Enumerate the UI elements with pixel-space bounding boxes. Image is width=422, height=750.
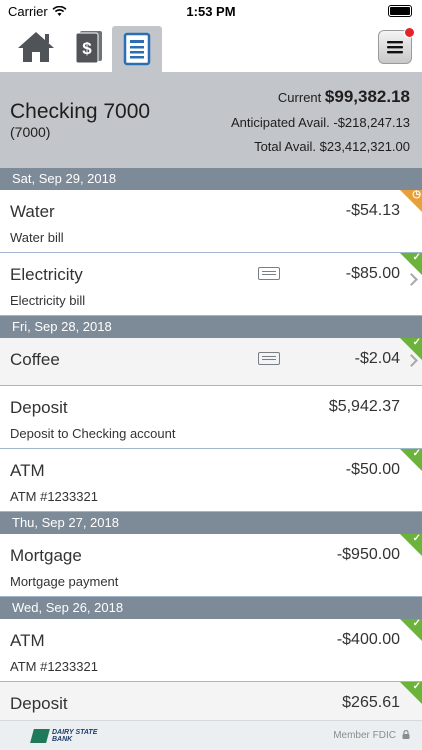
transaction-description: ATM #1233321	[10, 489, 98, 504]
transaction-amount: -$2.04	[354, 350, 400, 367]
receipt-icon[interactable]	[258, 267, 280, 280]
checkmark-icon: ✓	[412, 618, 421, 629]
transaction-amount: -$950.00	[336, 546, 400, 563]
tab-home[interactable]	[14, 22, 58, 72]
transaction-description: Deposit to Checking account	[10, 426, 176, 441]
menu-button[interactable]	[378, 27, 415, 64]
nav-bar: $	[0, 22, 422, 72]
tab-accounts[interactable]: $	[66, 22, 110, 72]
total-balance-label: Total Avail.	[254, 139, 316, 154]
current-balance-label: Current	[277, 90, 322, 105]
transaction-row[interactable]: Mortgage Mortgage payment -$950.00 ✓	[0, 533, 422, 597]
transaction-row[interactable]: ATM ATM #1233321 -$400.00 ✓	[0, 618, 422, 682]
date-header: Fri, Sep 28, 2018	[0, 316, 422, 338]
bank-logo: DAIRY STATE BANK	[30, 729, 100, 743]
battery-icon	[388, 5, 412, 17]
tab-register[interactable]	[112, 26, 162, 72]
transaction-description: Electricity bill	[10, 293, 86, 308]
date-header: Sat, Sep 29, 2018	[0, 168, 422, 190]
notification-dot	[404, 27, 415, 38]
transaction-name: ATM	[10, 631, 45, 650]
account-number: (7000)	[10, 124, 51, 140]
transaction-amount: -$54.13	[345, 202, 400, 219]
transaction-amount: -$85.00	[345, 265, 400, 282]
status-time: 1:53 PM	[186, 4, 236, 19]
transaction-row[interactable]: Coffee -$2.04 ✓	[0, 337, 422, 386]
dollar-cards-icon: $	[75, 31, 102, 64]
current-balance-value: $99,382.18	[324, 87, 410, 106]
transaction-name: ATM	[10, 461, 45, 480]
svg-text:$: $	[82, 39, 92, 58]
transaction-amount: $5,942.37	[328, 398, 400, 415]
transaction-name: Coffee	[10, 350, 60, 369]
checkmark-icon: ✓	[412, 681, 421, 692]
transaction-row[interactable]: ATM ATM #1233321 -$50.00 ✓	[0, 448, 422, 512]
register-icon	[123, 32, 151, 66]
transaction-name: Water	[10, 202, 55, 221]
transaction-row[interactable]: Deposit Deposit to Checking account $5,942…	[0, 386, 422, 449]
fdic-label: Member FDIC	[333, 730, 396, 741]
transaction-row[interactable]: Deposit $265.61 ✓	[0, 681, 422, 720]
transaction-description: ATM #1233321	[10, 659, 98, 674]
transaction-row[interactable]: Water Water bill -$54.13 ◷	[0, 189, 422, 253]
total-balance-value: $23,412,321.00	[319, 139, 410, 154]
checkmark-icon: ✓	[412, 533, 421, 544]
chevron-right-icon[interactable]	[405, 273, 418, 286]
transaction-amount: $265.61	[342, 694, 400, 711]
account-header: Checking 7000 (7000) Current $99,382.18 …	[0, 72, 422, 168]
checkmark-icon: ✓	[412, 337, 421, 348]
anticipated-balance-value: -$218,247.13	[333, 115, 410, 130]
transaction-description: Water bill	[10, 230, 64, 245]
checkmark-icon: ✓	[412, 252, 421, 263]
transaction-description: Mortgage payment	[10, 574, 119, 589]
receipt-icon[interactable]	[258, 352, 280, 365]
total-balance: Total Avail. $23,412,321.00	[254, 139, 410, 154]
current-balance: Current $99,382.18	[278, 87, 410, 107]
transaction-list[interactable]: Sat, Sep 29, 2018 Water Water bill -$54.13 ◷…	[0, 168, 422, 720]
date-header: Thu, Sep 27, 2018	[0, 512, 422, 534]
transaction-row[interactable]: Electricity Electricity bill -$85.00 ✓	[0, 252, 422, 316]
status-bar: Carrier 1:53 PM	[0, 0, 422, 22]
transaction-amount: -$400.00	[336, 631, 400, 648]
anticipated-balance-label: Anticipated Avail.	[230, 115, 330, 130]
transaction-name: Deposit	[10, 398, 68, 417]
date-header: Wed, Sep 26, 2018	[0, 597, 422, 619]
transaction-name: Electricity	[10, 265, 83, 284]
bank-logo-mark	[30, 729, 50, 743]
home-icon	[18, 32, 54, 62]
transaction-amount: -$50.00	[345, 461, 400, 478]
hamburger-menu-icon	[387, 41, 403, 54]
footer: DAIRY STATE BANK Member FDIC	[0, 720, 422, 750]
bank-name: DAIRY STATE BANK	[52, 729, 98, 743]
transaction-name: Mortgage	[10, 546, 82, 565]
transaction-name: Deposit	[10, 694, 68, 713]
clock-icon: ◷	[412, 189, 421, 200]
lock-icon	[402, 730, 410, 739]
checkmark-icon: ✓	[412, 448, 421, 459]
account-name: Checking 7000	[10, 100, 151, 123]
anticipated-balance: Anticipated Avail. -$218,247.13	[231, 115, 410, 130]
